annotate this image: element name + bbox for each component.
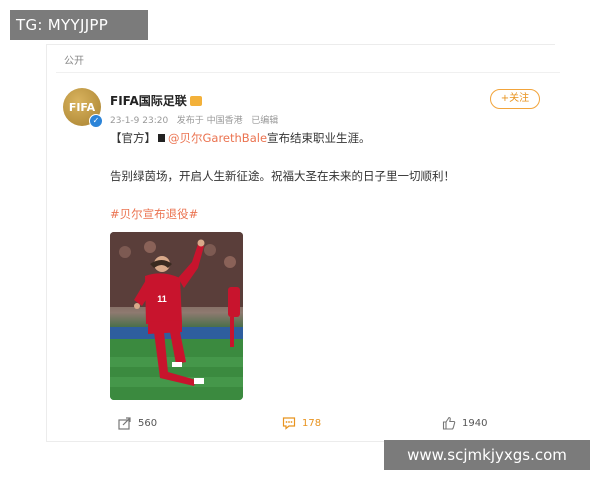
post-timestamp[interactable]: 23-1-9 23:20 — [110, 116, 168, 126]
post-photo[interactable]: 11 — [110, 232, 243, 400]
post-meta: 23-1-9 23:20 发布于 中国香港 已编辑 — [110, 113, 278, 126]
post-text-line-1: 【官方】 @贝尔GarethBale 宣布结束职业生涯。 — [110, 130, 371, 146]
announcement-text: 宣布结束职业生涯。 — [267, 131, 371, 145]
crown-icon — [189, 95, 202, 106]
verified-badge-icon: ✓ — [89, 114, 103, 128]
watermark-bottom: www.scjmkjyxgs.com — [384, 440, 590, 470]
thumbs-up-icon — [442, 416, 456, 430]
post-location: 发布于 中国香港 — [176, 116, 243, 126]
flag-icon — [158, 134, 165, 142]
hashtag-link[interactable]: #贝尔宣布退役# — [110, 206, 198, 222]
visibility-label: 公开 — [64, 56, 84, 67]
watermark-top: TG: MYYJJPP — [10, 10, 148, 40]
like-count: 1940 — [462, 417, 488, 429]
follow-button[interactable]: +关注 — [490, 89, 540, 109]
comment-action[interactable]: 178 — [282, 416, 321, 430]
player-photo-illustration: 11 — [110, 232, 243, 400]
share-action[interactable]: 560 — [118, 416, 157, 430]
mention-link[interactable]: @贝尔GarethBale — [168, 130, 267, 146]
like-action[interactable]: 1940 — [442, 416, 487, 430]
edited-label[interactable]: 已编辑 — [251, 116, 278, 126]
comment-icon — [282, 417, 296, 430]
divider — [56, 72, 560, 73]
post-text-line-2: 告别绿茵场，开启人生新征途。祝福大圣在未来的日子里一切顺利！ — [110, 169, 455, 183]
author-name[interactable]: FIFA国际足联 — [110, 92, 187, 109]
official-tag: 【官方】 — [110, 131, 156, 145]
share-icon — [118, 417, 131, 430]
jersey-number: 11 — [157, 294, 167, 304]
share-count: 560 — [138, 417, 158, 429]
comment-count: 178 — [302, 417, 322, 429]
username[interactable]: FIFA国际足联 — [110, 92, 202, 109]
avatar-text: FIFA — [68, 100, 96, 114]
